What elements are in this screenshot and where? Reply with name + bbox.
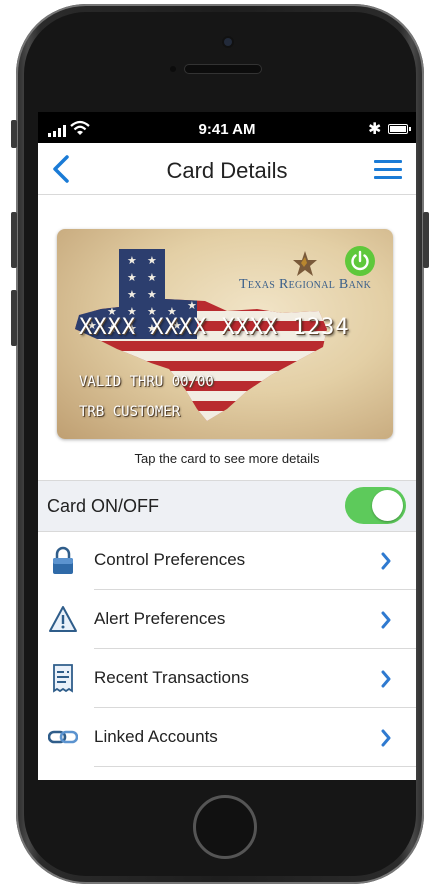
card-toggle-row: Card ON/OFF bbox=[38, 480, 416, 532]
list-item-control-preferences[interactable]: Control Preferences bbox=[38, 531, 416, 590]
power-icon[interactable] bbox=[345, 246, 375, 276]
card-hint-text: Tap the card to see more details bbox=[134, 451, 320, 466]
card-valid-thru: VALID THRU 00/00 bbox=[79, 374, 214, 390]
link-icon bbox=[48, 730, 78, 744]
list-item-label: Recent Transactions bbox=[94, 668, 249, 687]
bank-name: Texas Regional Bank bbox=[239, 277, 372, 292]
power-side-button bbox=[423, 212, 429, 268]
switch-knob bbox=[372, 490, 403, 521]
front-camera bbox=[224, 38, 232, 46]
chevron-right-icon bbox=[381, 611, 391, 629]
svg-text:★: ★ bbox=[127, 288, 137, 301]
credit-card[interactable]: ★ ★ ★ ★ ★ ★ ★ ★ ★ ★ ★ ★ ★ ★ ★ ★ ★ Texas Regional Ban… bbox=[57, 229, 393, 439]
earpiece-speaker bbox=[185, 65, 261, 73]
list-item-linked-accounts[interactable]: Linked Accounts bbox=[38, 708, 416, 767]
chevron-right-icon bbox=[381, 729, 391, 747]
alert-icon bbox=[49, 606, 77, 632]
chevron-right-icon bbox=[381, 670, 391, 688]
page-title: Card Details bbox=[166, 158, 288, 183]
lock-icon bbox=[53, 546, 73, 574]
svg-text:★: ★ bbox=[167, 288, 177, 301]
bluetooth-icon: ✱ bbox=[368, 121, 382, 138]
card-toggle-label: Card ON/OFF bbox=[47, 496, 160, 516]
list-item-label: Linked Accounts bbox=[94, 727, 218, 746]
svg-text:★: ★ bbox=[147, 271, 157, 284]
card-number: XXXX XXXX XXXX 1234 bbox=[79, 315, 350, 340]
status-bar: 9:41 AM ✱ bbox=[38, 112, 416, 143]
volume-up-button bbox=[11, 212, 17, 268]
status-time: 9:41 AM bbox=[198, 121, 256, 138]
receipt-icon bbox=[53, 664, 73, 693]
svg-text:★: ★ bbox=[147, 254, 157, 267]
hamburger-menu-icon[interactable] bbox=[374, 160, 402, 180]
list-item-alert-preferences[interactable]: Alert Preferences bbox=[38, 590, 416, 649]
svg-text:★: ★ bbox=[147, 288, 157, 301]
chevron-right-icon bbox=[381, 552, 391, 570]
volume-down-button bbox=[11, 290, 17, 346]
list-item-recent-transactions[interactable]: Recent Transactions bbox=[38, 649, 416, 708]
mute-switch bbox=[11, 120, 17, 148]
home-button[interactable] bbox=[193, 795, 257, 859]
list-item-label: Control Preferences bbox=[94, 550, 246, 569]
svg-text:★: ★ bbox=[127, 254, 137, 267]
list-item-label: Alert Preferences bbox=[94, 609, 226, 628]
svg-text:★: ★ bbox=[187, 299, 197, 312]
nav-bar: Card Details bbox=[38, 143, 416, 195]
card-on-off-switch[interactable] bbox=[345, 487, 406, 524]
battery-icon bbox=[388, 124, 411, 134]
svg-text:★: ★ bbox=[127, 271, 137, 284]
bank-star-logo-icon bbox=[293, 251, 317, 276]
screen: 9:41 AM ✱ Card Details ★ ★ ★ ★ ★ ★ ★ ★ ★… bbox=[38, 112, 416, 780]
card-holder-name: TRB CUSTOMER bbox=[79, 404, 181, 420]
preferences-list: Control Preferences Alert Preferences Re… bbox=[38, 531, 416, 767]
proximity-sensor bbox=[170, 66, 176, 72]
